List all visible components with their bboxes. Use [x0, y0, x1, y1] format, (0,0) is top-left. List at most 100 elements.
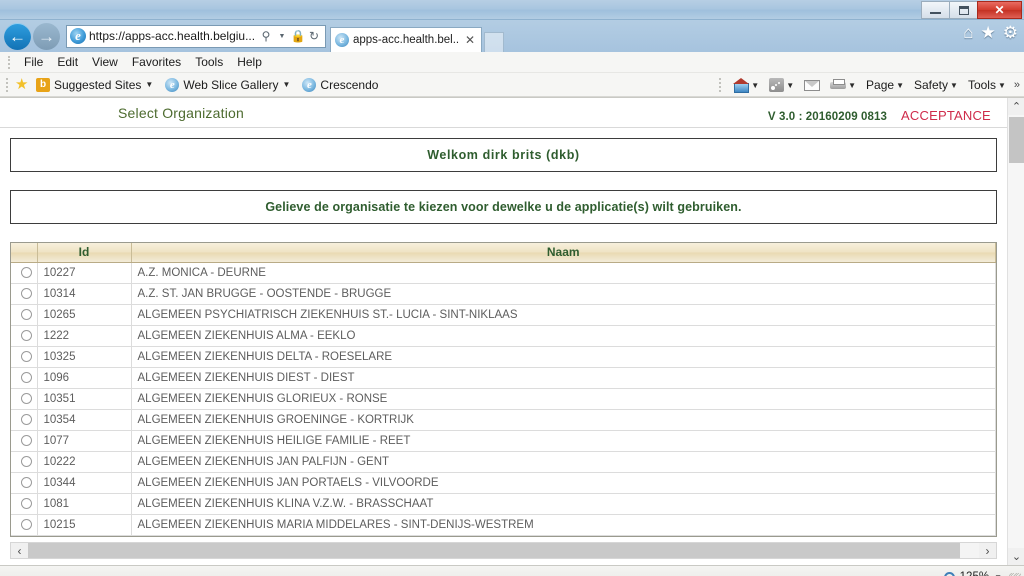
- horizontal-scroll-thumb[interactable]: [28, 543, 960, 558]
- chevron-down-icon[interactable]: ▼: [751, 81, 759, 90]
- favorite-crescendo[interactable]: Crescendo: [296, 77, 384, 92]
- table-row[interactable]: 10344 ALGEMEEN ZIEKENHUIS JAN PORTAELS - …: [11, 472, 996, 494]
- menu-item-help[interactable]: Help: [230, 55, 269, 69]
- feeds-button[interactable]: ▼: [765, 78, 798, 92]
- row-select-cell[interactable]: [11, 472, 38, 494]
- chevron-down-icon[interactable]: ▼: [896, 81, 904, 90]
- print-icon: [830, 78, 847, 92]
- radio-button[interactable]: [21, 350, 33, 362]
- table-row[interactable]: 1222 ALGEMEEN ZIEKENHUIS ALMA - EEKLO: [11, 325, 996, 347]
- row-select-cell[interactable]: [11, 493, 38, 515]
- radio-button[interactable]: [21, 455, 33, 467]
- table-row[interactable]: 10222 ALGEMEEN ZIEKENHUIS JAN PALFIJN - G…: [11, 451, 996, 473]
- row-select-cell[interactable]: [11, 283, 38, 305]
- new-tab-button[interactable]: [484, 32, 504, 52]
- row-select-cell[interactable]: [11, 325, 38, 347]
- table-row[interactable]: 1077 ALGEMEEN ZIEKENHUIS HEILIGE FAMILIE …: [11, 430, 996, 452]
- page-menu-button[interactable]: Page ▼: [862, 78, 908, 92]
- horizontal-scroll-track[interactable]: [28, 543, 979, 558]
- table-row[interactable]: 1081 ALGEMEEN ZIEKENHUIS KLINA V.Z.W. - B…: [11, 493, 996, 515]
- menu-item-view[interactable]: View: [85, 55, 125, 69]
- home-icon[interactable]: ⌂: [963, 24, 973, 41]
- home-button[interactable]: ▼: [729, 78, 763, 93]
- chevron-down-icon[interactable]: ▼: [145, 80, 153, 89]
- table-row[interactable]: 10314 A.Z. ST. JAN BRUGGE - OOSTENDE - BR…: [11, 283, 996, 305]
- row-select-cell[interactable]: [11, 346, 38, 368]
- radio-button[interactable]: [21, 266, 33, 278]
- chevron-down-icon[interactable]: ▼: [848, 81, 856, 90]
- radio-button[interactable]: [21, 392, 33, 404]
- print-button[interactable]: ▼: [826, 78, 860, 92]
- column-header-naam: Naam: [131, 243, 996, 263]
- forward-button[interactable]: →: [33, 22, 60, 50]
- back-button[interactable]: ←: [4, 22, 31, 50]
- close-button[interactable]: ✕: [977, 1, 1022, 19]
- safety-menu-button[interactable]: Safety ▼: [910, 78, 962, 92]
- scroll-left-arrow-icon[interactable]: ‹: [11, 543, 28, 558]
- favorites-star-icon[interactable]: ★: [981, 24, 996, 41]
- table-row[interactable]: 10354 ALGEMEEN ZIEKENHUIS GROENINGE - KOR…: [11, 409, 996, 431]
- row-select-cell[interactable]: [11, 451, 38, 473]
- scroll-down-arrow-icon[interactable]: ⌄: [1007, 548, 1024, 565]
- chevron-down-icon[interactable]: ▼: [950, 81, 958, 90]
- gear-icon[interactable]: ⚙: [1003, 24, 1018, 41]
- search-icon[interactable]: ⚲: [258, 29, 274, 43]
- safety-menu-label: Safety: [913, 78, 949, 92]
- table-header-row: Id Naam: [11, 243, 996, 263]
- radio-button[interactable]: [21, 413, 33, 425]
- radio-button[interactable]: [21, 371, 33, 383]
- minimize-button[interactable]: [921, 1, 950, 19]
- menu-item-file[interactable]: File: [17, 55, 50, 69]
- row-select-cell[interactable]: [11, 430, 38, 452]
- chevron-down-icon[interactable]: ▼: [994, 573, 1002, 576]
- overflow-chevron-icon[interactable]: »: [1012, 79, 1020, 91]
- table-row[interactable]: 10227 A.Z. MONICA - DEURNE: [11, 262, 996, 284]
- scroll-right-arrow-icon[interactable]: ›: [978, 543, 996, 558]
- table-row[interactable]: 10215 ALGEMEEN ZIEKENHUIS MARIA MIDDELARE…: [11, 514, 996, 536]
- radio-button[interactable]: [21, 518, 33, 530]
- add-favorite-star-icon[interactable]: ★: [15, 77, 30, 92]
- scroll-up-arrow-icon[interactable]: ⌃: [1007, 98, 1024, 115]
- chevron-down-icon[interactable]: ▼: [282, 80, 290, 89]
- favorite-web-slice-gallery[interactable]: Web Slice Gallery ▼: [159, 77, 296, 92]
- row-select-cell[interactable]: [11, 388, 38, 410]
- row-select-cell[interactable]: [11, 514, 38, 536]
- menu-item-favorites[interactable]: Favorites: [125, 55, 188, 69]
- cell-id: 10354: [37, 409, 132, 431]
- ie-icon: [302, 77, 317, 92]
- refresh-icon[interactable]: ↻: [306, 29, 322, 43]
- zoom-indicator[interactable]: 125% ▼: [943, 566, 1002, 576]
- radio-button[interactable]: [21, 308, 33, 320]
- chevron-down-icon[interactable]: ▼: [786, 81, 794, 90]
- chevron-down-icon[interactable]: ▼: [274, 33, 290, 40]
- row-select-cell[interactable]: [11, 304, 38, 326]
- maximize-button[interactable]: [949, 1, 978, 19]
- title-bar: ✕: [0, 0, 1024, 20]
- radio-button[interactable]: [21, 434, 33, 446]
- table-row[interactable]: 10265 ALGEMEEN PSYCHIATRISCH ZIEKENHUIS S…: [11, 304, 996, 326]
- row-select-cell[interactable]: [11, 367, 38, 389]
- browser-tab[interactable]: apps-acc.health.bel... ✕: [330, 27, 482, 52]
- vertical-scroll-thumb[interactable]: [1008, 117, 1024, 163]
- row-select-cell[interactable]: [11, 262, 38, 284]
- radio-button[interactable]: [21, 476, 33, 488]
- row-select-cell[interactable]: [11, 409, 38, 431]
- table-row[interactable]: 10325 ALGEMEEN ZIEKENHUIS DELTA - ROESELA…: [11, 346, 996, 368]
- chevron-down-icon[interactable]: ▼: [998, 81, 1006, 90]
- table-row[interactable]: 1096 ALGEMEEN ZIEKENHUIS DIEST - DIEST: [11, 367, 996, 389]
- tools-menu-button[interactable]: Tools ▼: [964, 78, 1010, 92]
- horizontal-scrollbar[interactable]: ‹ ›: [10, 542, 997, 559]
- favorite-suggested-sites[interactable]: b Suggested Sites ▼: [30, 77, 159, 92]
- vertical-scrollbar[interactable]: ⌃ ⌄: [1006, 98, 1024, 565]
- mail-button[interactable]: [800, 79, 824, 91]
- radio-button[interactable]: [21, 329, 33, 341]
- radio-button[interactable]: [21, 287, 33, 299]
- favorite-label: Crescendo: [320, 77, 379, 92]
- address-bar[interactable]: https://apps-acc.health.belgiu... ⚲ ▼ 🔒 …: [66, 24, 326, 48]
- table-row[interactable]: 10351 ALGEMEEN ZIEKENHUIS GLORIEUX - RONS…: [11, 388, 996, 410]
- radio-button[interactable]: [21, 497, 33, 509]
- zoom-level-label: 125%: [960, 571, 989, 576]
- menu-item-edit[interactable]: Edit: [50, 55, 85, 69]
- menu-item-tools[interactable]: Tools: [188, 55, 230, 69]
- tab-close-icon[interactable]: ✕: [463, 33, 477, 47]
